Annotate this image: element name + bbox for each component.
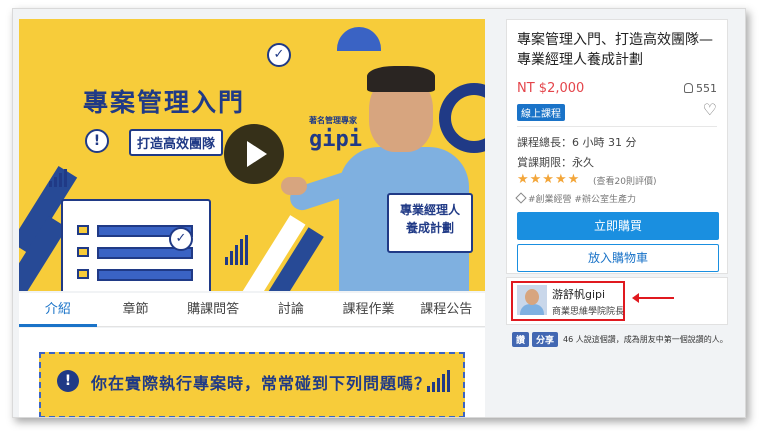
bar-chart-icon — [427, 370, 450, 392]
folder-icon — [77, 269, 89, 279]
donut-chart-decoration — [439, 83, 485, 153]
course-video[interactable]: 專案管理入門 ! 打造高效團隊 著名管理專家 gipi ✓ ✓ 專業經理人 養成… — [19, 19, 485, 291]
folder-icon — [77, 225, 89, 235]
fb-like-button[interactable]: 讚 — [512, 332, 530, 347]
course-length: 課程總長：6 小時 31 分 — [517, 136, 637, 149]
instructor-card[interactable]: 游舒帆gipi 商業思維學院院長 — [506, 277, 728, 325]
course-tags: #創業經營 #辦公室生產力 — [515, 192, 636, 205]
annotation-arrow-icon — [632, 293, 674, 303]
expert-name: gipi — [309, 127, 362, 152]
instructor-title: 商業思維學院院長 — [552, 307, 625, 317]
online-course-badge: 線上課程 — [517, 104, 565, 121]
instructor-photo-hand — [281, 177, 307, 195]
list-bar — [97, 269, 193, 281]
hero-title: 專案管理入門 — [83, 88, 246, 117]
plan-label-box: 專業經理人 養成計劃 — [387, 193, 473, 253]
tab-announcements[interactable]: 課程公告 — [407, 293, 485, 326]
hero-subtitle: 打造高效團隊 — [129, 129, 224, 156]
divider — [517, 126, 717, 127]
student-count-value: 551 — [696, 82, 717, 95]
facebook-like-bar: 讚 分享 46 人說這個讚，成為朋友中第一個說讚的人。 — [512, 332, 728, 347]
course-info-card: 專案管理入門、打造高效團隊—專業經理人養成計劃 NT $2,000 551 線上… — [506, 19, 728, 274]
check-icon: ✓ — [267, 43, 291, 67]
expert-label: 著名管理專家 — [309, 116, 357, 125]
plan-line-2: 養成計劃 — [405, 221, 454, 235]
rating-stars: ★★★★★ — [517, 172, 581, 187]
tab-intro[interactable]: 介紹 — [19, 293, 97, 327]
course-tabs: 介紹 章節 購課問答 討論 課程作業 課程公告 — [19, 293, 485, 327]
avatar-face — [525, 289, 539, 305]
tab-qa[interactable]: 購課問答 — [174, 293, 252, 326]
course-title: 專案管理入門、打造高效團隊—專業經理人養成計劃 — [517, 32, 713, 68]
banner-text: 你在實際執行專案時，常常碰到下列問題嗎？ — [91, 374, 432, 393]
intro-content: ! 你在實際執行專案時，常常碰到下列問題嗎？ — [19, 328, 485, 417]
play-button[interactable] — [224, 124, 284, 184]
tab-chapters[interactable]: 章節 — [97, 293, 175, 326]
buy-now-button[interactable]: 立即購買 — [517, 212, 719, 240]
folder-icon — [77, 247, 89, 257]
person-icon — [684, 83, 693, 93]
tag-icon — [515, 192, 527, 204]
warning-icon: ! — [57, 370, 79, 392]
avatar — [517, 285, 547, 315]
intro-banner: ! 你在實際執行專案時，常常碰到下列問題嗎？ — [39, 352, 465, 417]
pie-chart-decoration — [337, 27, 381, 51]
add-to-cart-button[interactable]: 放入購物車 — [517, 244, 719, 272]
course-period: 賞課期限：永久 — [517, 156, 594, 169]
instructor-name[interactable]: 游舒帆gipi — [552, 286, 605, 302]
tag-list[interactable]: #創業經營 #辦公室生產力 — [528, 195, 636, 205]
instructor-photo-hair — [367, 66, 435, 92]
course-price: NT $2,000 — [517, 81, 585, 96]
tab-assignments[interactable]: 課程作業 — [330, 293, 408, 326]
page-frame: 專案管理入門 ! 打造高效團隊 著名管理專家 gipi ✓ ✓ 專業經理人 養成… — [12, 8, 746, 418]
bar-chart-icon — [49, 169, 67, 187]
alert-icon: ! — [85, 129, 109, 153]
student-count: 551 — [684, 82, 717, 95]
tab-discussion[interactable]: 討論 — [252, 293, 330, 326]
fb-like-count-text: 46 人說這個讚，成為朋友中第一個說讚的人。 — [563, 335, 728, 344]
view-reviews-link[interactable]: (查看20則評價) — [593, 174, 656, 187]
plan-line-1: 專業經理人 — [399, 203, 460, 217]
bar-chart-icon — [225, 235, 248, 265]
check-icon: ✓ — [169, 227, 193, 251]
fb-share-button[interactable]: 分享 — [532, 332, 559, 347]
heart-icon[interactable]: ♡ — [703, 100, 717, 119]
avatar-shirt — [520, 304, 544, 315]
